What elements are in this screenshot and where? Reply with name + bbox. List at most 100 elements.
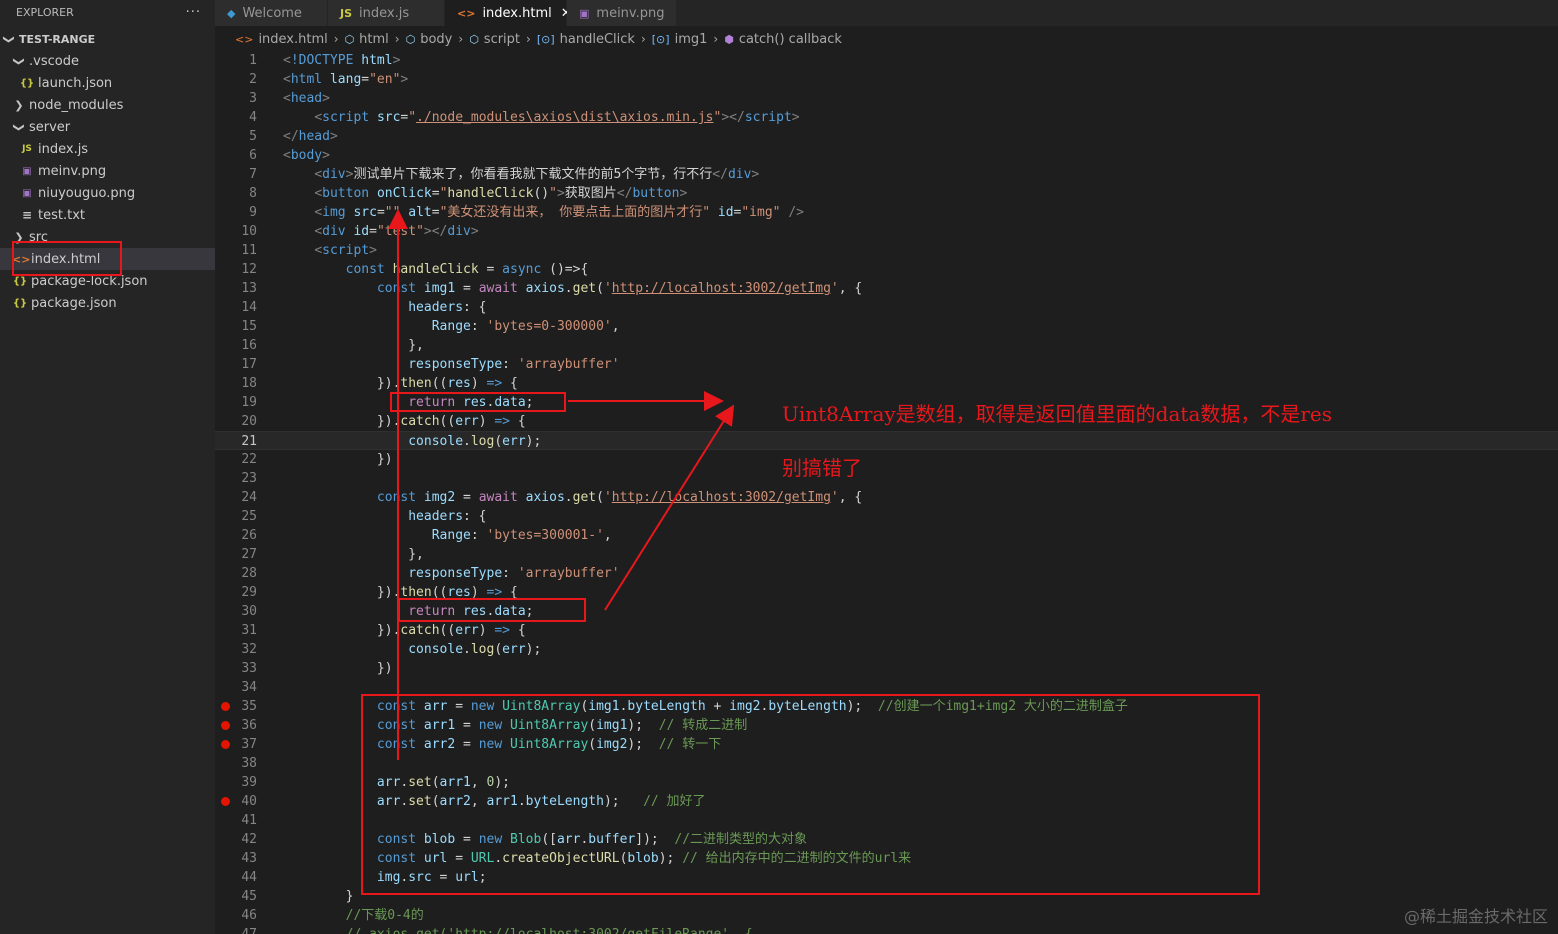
breadcrumb-item[interactable]: ⬡ html <box>345 32 389 47</box>
line-number: 23 <box>241 471 257 486</box>
code-line[interactable]: 14 headers: { <box>215 298 1558 317</box>
line-number: 38 <box>241 756 257 771</box>
code-text: <script src="./node_modules\axios\dist\a… <box>314 110 800 125</box>
line-number: 35 <box>241 699 257 714</box>
line-number: 14 <box>241 300 257 315</box>
tree-item-label: index.js <box>38 141 89 157</box>
highlight-uint8array-block-box <box>361 694 1260 895</box>
code-line[interactable]: 32 console.log(err); <box>215 640 1558 659</box>
code-line[interactable]: 23 <box>215 469 1558 488</box>
tab-index-html[interactable]: <>index.html✕ <box>445 0 572 26</box>
code-line[interactable]: 17 responseType: 'arraybuffer' <box>215 355 1558 374</box>
tree-item-label: server <box>29 119 71 135</box>
watermark: @稀土掘金技术社区 <box>1403 907 1548 926</box>
code-line[interactable]: 13 const img1 = await axios.get('http://… <box>215 279 1558 298</box>
html-file-icon: <> <box>457 6 476 20</box>
code-text: const handleClick = async ()=>{ <box>345 262 589 277</box>
html-file-icon: <> <box>235 32 254 46</box>
explorer-header: EXPLORER ··· <box>0 0 215 24</box>
code-line[interactable]: 47 // axios.get('http://localhost:3002/g… <box>215 925 1558 934</box>
line-number: 30 <box>241 604 257 619</box>
code-text: }) <box>283 452 393 467</box>
image-file-icon: ▣ <box>22 165 32 177</box>
breadcrumb-label: handleClick <box>559 31 635 47</box>
element-icon: ⬡ <box>405 32 416 46</box>
code-line[interactable]: 27 }, <box>215 545 1558 564</box>
line-number: 39 <box>241 775 257 790</box>
tree-item--vscode[interactable]: ❯ .vscode <box>0 50 215 72</box>
breadcrumb-item[interactable]: ⬡ script <box>469 32 520 47</box>
breadcrumb-item[interactable]: <> index.html <box>235 32 328 47</box>
code-line[interactable]: 3 <head> <box>215 89 1558 108</box>
tree-item-label: meinv.png <box>38 163 107 179</box>
code-line[interactable]: 16 }, <box>215 336 1558 355</box>
line-number: 16 <box>241 338 257 353</box>
code-line[interactable]: 11 <script> <box>215 241 1558 260</box>
code-line[interactable]: 2 <html lang="en"> <box>215 70 1558 89</box>
line-number: 43 <box>241 851 257 866</box>
code-line[interactable]: 4 <script src="./node_modules\axios\dist… <box>215 108 1558 127</box>
line-number: 20 <box>241 414 257 429</box>
code-line[interactable]: 24 const img2 = await axios.get('http://… <box>215 488 1558 507</box>
workspace-section-header[interactable]: ❯ TEST-RANGE <box>0 28 215 50</box>
code-text: <img src="" alt="美女还没有出来， 你要点击上面的图片才行" i… <box>314 205 804 220</box>
code-line[interactable]: 18 }).then((res) => { <box>215 374 1558 393</box>
line-number: 21 <box>241 434 257 449</box>
code-line[interactable]: 21 console.log(err); <box>215 431 1558 450</box>
code-line[interactable]: 46 //下载0-4的 <box>215 906 1558 925</box>
tree-item-server[interactable]: ❯ server <box>0 116 215 138</box>
highlight-return-2-box <box>398 598 586 622</box>
tree-item-meinv-png[interactable]: ▣ meinv.png <box>0 160 215 182</box>
chevron-right-icon: › <box>713 32 719 46</box>
code-line[interactable]: 8 <button onClick="handleClick()">获取图片</… <box>215 184 1558 203</box>
breadcrumb-label: index.html <box>258 31 328 47</box>
line-number: 45 <box>241 889 257 904</box>
code-text: }, <box>283 338 424 353</box>
breadcrumb-item[interactable]: ⬢ catch() callback <box>724 32 842 47</box>
code-line[interactable]: 31 }).catch((err) => { <box>215 621 1558 640</box>
code-line[interactable]: 7 <div>测试单片下载来了，你看看我就下载文件的前5个字节，行不行</div… <box>215 165 1558 184</box>
line-number: 31 <box>241 623 257 638</box>
tab-index-js[interactable]: JS index.js <box>328 0 445 26</box>
tree-item-launch-json[interactable]: {} launch.json <box>0 72 215 94</box>
code-text: console.log(err); <box>408 642 542 657</box>
tree-item-package-json[interactable]: {} package.json <box>0 292 215 314</box>
code-text: headers: { <box>408 300 487 315</box>
chevron-right-icon: › <box>526 32 531 46</box>
explorer-sidebar: EXPLORER ··· ❯ TEST-RANGE ❯ .vscode{} laun… <box>0 0 215 934</box>
line-number: 29 <box>241 585 257 600</box>
code-line[interactable]: 10 <div id="test"></div> <box>215 222 1558 241</box>
code-line[interactable]: 9 <img src="" alt="美女还没有出来， 你要点击上面的图片才行"… <box>215 203 1558 222</box>
tree-item-index-js[interactable]: JS index.js <box>0 138 215 160</box>
line-number: 40 <box>241 794 257 809</box>
tree-item-node-modules[interactable]: ❯ node_modules <box>0 94 215 116</box>
code-line[interactable]: 1 <!DOCTYPE html> <box>215 51 1558 70</box>
code-text: <button onClick="handleClick()">获取图片</bu… <box>314 186 688 201</box>
tree-item-niuyouguo-png[interactable]: ▣ niuyouguo.png <box>0 182 215 204</box>
code-text: responseType: 'arraybuffer' <box>408 566 620 581</box>
code-line[interactable]: 26 Range: 'bytes=300001-', <box>215 526 1558 545</box>
tab-welcome[interactable]: ◆ Welcome <box>215 0 328 26</box>
line-number: 19 <box>241 395 257 410</box>
line-number: 22 <box>241 452 257 467</box>
image-file-icon: ▣ <box>579 6 590 20</box>
breadcrumb-item[interactable]: ⬡ body <box>406 32 453 47</box>
code-line[interactable]: 33 }) <box>215 659 1558 678</box>
code-line[interactable]: 15 Range: 'bytes=0-300000', <box>215 317 1558 336</box>
code-line[interactable]: 22 }) <box>215 450 1558 469</box>
code-line[interactable]: 12 const handleClick = async ()=>{ <box>215 260 1558 279</box>
tree-item-test-txt[interactable]: ≡ test.txt <box>0 204 215 226</box>
code-line[interactable]: 5 </head> <box>215 127 1558 146</box>
code-line[interactable]: 25 headers: { <box>215 507 1558 526</box>
code-text: }).catch((err) => { <box>283 414 526 429</box>
tab-meinv-png[interactable]: ▣ meinv.png <box>567 0 677 26</box>
code-line[interactable]: 28 responseType: 'arraybuffer' <box>215 564 1558 583</box>
breadcrumb-item[interactable]: [⊙] handleClick <box>537 32 635 47</box>
chevron-right-icon: › <box>640 32 646 46</box>
breadcrumb-label: img1 <box>674 31 708 47</box>
line-number: 47 <box>215 925 257 934</box>
code-line[interactable]: 6 <body> <box>215 146 1558 165</box>
code-text: const img1 = await axios.get('http://loc… <box>376 281 863 296</box>
more-actions-icon[interactable]: ··· <box>186 5 201 20</box>
breadcrumb-item[interactable]: [⊙] img1 <box>652 32 708 47</box>
